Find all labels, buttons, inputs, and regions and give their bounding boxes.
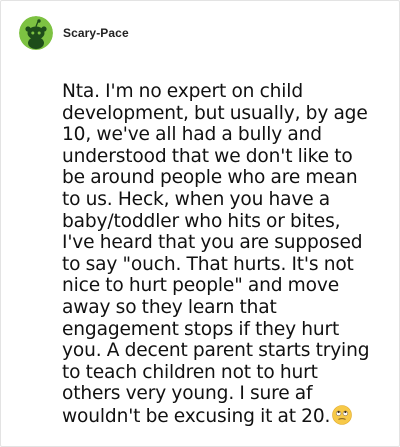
comment-line: to teach children not to hurt <box>62 361 318 383</box>
comment-line: you. A decent parent starts trying <box>62 340 370 362</box>
comment-line: baby/toddler who hits or bites, <box>62 210 341 232</box>
comment-line: nice to hurt people" and move <box>62 275 339 297</box>
username[interactable]: Scary-Pace <box>63 26 129 40</box>
eye-roll-emoji-icon <box>332 405 353 425</box>
comment-line: others very young. I sure af <box>62 383 313 405</box>
comment-line: understood that we don't like to <box>62 145 353 167</box>
comment-line: away so they learn that <box>62 296 277 318</box>
comment-line: Nta. I'm no expert on child <box>62 81 303 102</box>
comment-line: to us. Heck, when you have a <box>62 188 331 210</box>
comment-line: development, but usually, by age <box>62 102 368 124</box>
comment-line: 10, we've all had a bully and <box>62 124 322 146</box>
comment-line: I've heard that you are supposed <box>62 232 363 254</box>
avatar-icon[interactable] <box>19 16 53 50</box>
comment-line: be around people who are mean <box>62 167 358 189</box>
comment-card: Scary-Pace Nta. I'm no expert on child de… <box>0 0 400 447</box>
comment-line: to say "ouch. That hurts. It's not <box>62 253 354 275</box>
comment-line: wouldn't be excusing it at 20. <box>62 405 331 427</box>
comment-header: Scary-Pace <box>19 16 129 50</box>
comment-body: Nta. I'm no expert on child development, … <box>62 81 392 428</box>
comment-line: engagement stops if they hurt <box>62 318 340 340</box>
